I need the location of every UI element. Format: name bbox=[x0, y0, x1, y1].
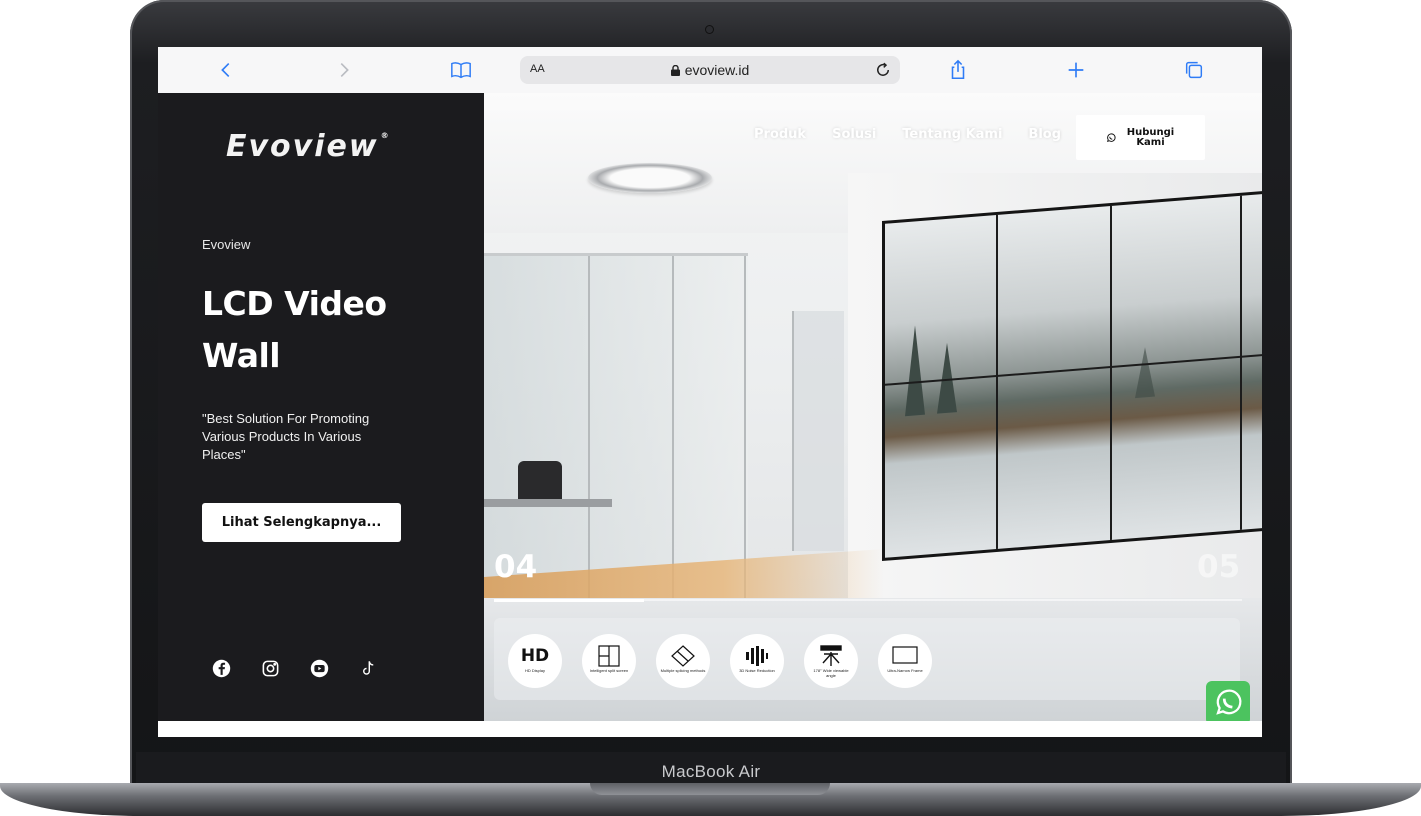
tree bbox=[1135, 346, 1155, 399]
forward-icon[interactable] bbox=[331, 58, 357, 82]
nav-produk[interactable]: Produk bbox=[754, 127, 806, 142]
contact-button[interactable]: Hubungi Kami bbox=[1076, 115, 1205, 160]
site-logo[interactable]: Evoview ® bbox=[226, 129, 391, 164]
nav-blog[interactable]: Blog bbox=[1028, 127, 1061, 142]
instagram-icon[interactable] bbox=[261, 659, 280, 678]
ceiling-lamp bbox=[588, 163, 712, 193]
video-wall-landscape bbox=[885, 193, 1262, 558]
lock-icon bbox=[670, 65, 680, 76]
feature-split-screen: Intelligent split screen bbox=[582, 634, 636, 688]
whatsapp-icon bbox=[1216, 689, 1242, 715]
glass-frame bbox=[672, 256, 674, 606]
glass-frame bbox=[588, 256, 590, 606]
slide-current: 04 bbox=[494, 549, 538, 585]
facebook-icon[interactable] bbox=[212, 659, 231, 678]
social-links bbox=[212, 659, 378, 678]
back-icon[interactable] bbox=[213, 58, 239, 82]
panel-seam bbox=[996, 214, 998, 550]
bookmarks-icon[interactable] bbox=[448, 58, 474, 82]
share-icon[interactable] bbox=[945, 58, 971, 82]
laptop-notch bbox=[590, 783, 830, 795]
hero-image: Produk Solusi Tentang Kami Blog Hubungi … bbox=[484, 93, 1262, 721]
narrow-frame-icon bbox=[878, 645, 932, 667]
office-chair bbox=[518, 461, 562, 501]
feature-hd-display: HD HD Display bbox=[508, 634, 562, 688]
url-field[interactable]: evoview.id bbox=[520, 62, 900, 78]
hero-tagline: "Best Solution For Promoting Various Pro… bbox=[202, 411, 370, 462]
feature-label: HD Display bbox=[524, 668, 545, 673]
feature-label: Ultra-Narrow Frame bbox=[887, 668, 923, 673]
browser-toolbar: AA evoview.id bbox=[158, 47, 1262, 94]
hd-icon: HD bbox=[520, 646, 550, 666]
feature-viewing-angle: 178° Wide viewable angle bbox=[804, 634, 858, 688]
split-screen-icon bbox=[582, 645, 636, 667]
youtube-icon[interactable] bbox=[310, 659, 329, 678]
left-panel: Evoview ® Evoview LCD Video Wall "Best So… bbox=[158, 93, 484, 721]
registered-mark: ® bbox=[380, 131, 391, 140]
tabs-icon[interactable] bbox=[1181, 58, 1207, 82]
glass-frame bbox=[744, 256, 746, 606]
feature-narrow-frame: Ultra-Narrow Frame bbox=[878, 634, 932, 688]
reload-icon[interactable] bbox=[874, 61, 892, 79]
url-text: evoview.id bbox=[684, 62, 750, 78]
feature-splicing-methods: Multiple splicing methods bbox=[656, 634, 710, 688]
new-tab-icon[interactable] bbox=[1063, 58, 1089, 82]
slide-progress-fill bbox=[494, 599, 644, 602]
tiktok-icon[interactable] bbox=[359, 659, 378, 678]
viewing-angle-icon bbox=[804, 645, 858, 667]
feature-label: Intelligent split screen bbox=[589, 668, 629, 673]
splicing-icon bbox=[656, 645, 710, 667]
contact-button-label: Hubungi Kami bbox=[1126, 126, 1175, 148]
logo-text: Evoview bbox=[226, 129, 379, 164]
feature-label: 178° Wide viewable angle bbox=[813, 668, 849, 678]
glass-partition-far bbox=[792, 311, 844, 551]
slide-next[interactable]: 05 bbox=[1197, 549, 1240, 585]
office-desk bbox=[484, 499, 612, 507]
brand-label: Evoview bbox=[202, 237, 251, 252]
feature-label: 3D Noise Reduction bbox=[739, 668, 775, 673]
nav-tentang-kami[interactable]: Tentang Kami bbox=[902, 127, 1002, 142]
screen: AA evoview.id Evoview ® Evoview LCD Video… bbox=[158, 47, 1262, 737]
camera bbox=[706, 26, 713, 33]
whatsapp-icon bbox=[1106, 132, 1116, 142]
address-bar[interactable]: AA evoview.id bbox=[520, 56, 900, 84]
feature-label: Multiple splicing methods bbox=[660, 668, 706, 673]
see-more-button[interactable]: Lihat Selengkapnya... bbox=[202, 503, 401, 542]
slide-progress bbox=[494, 599, 1242, 602]
noise-reduction-icon bbox=[730, 645, 784, 667]
panel-seam bbox=[1240, 195, 1242, 530]
device-label: MacBook Air bbox=[661, 762, 761, 781]
hero-title: LCD Video Wall bbox=[202, 284, 387, 375]
feature-strip: HD HD Display Intelligent split screen M… bbox=[494, 618, 1240, 700]
panel-seam bbox=[1110, 205, 1112, 541]
tree bbox=[905, 324, 925, 417]
feature-noise-reduction: 3D Noise Reduction bbox=[730, 634, 784, 688]
video-wall bbox=[882, 190, 1262, 561]
nav-solusi[interactable]: Solusi bbox=[832, 127, 876, 142]
main-nav: Produk Solusi Tentang Kami Blog bbox=[754, 127, 1061, 142]
whatsapp-chat-button[interactable] bbox=[1206, 681, 1250, 721]
web-page: Evoview ® Evoview LCD Video Wall "Best So… bbox=[158, 93, 1262, 721]
